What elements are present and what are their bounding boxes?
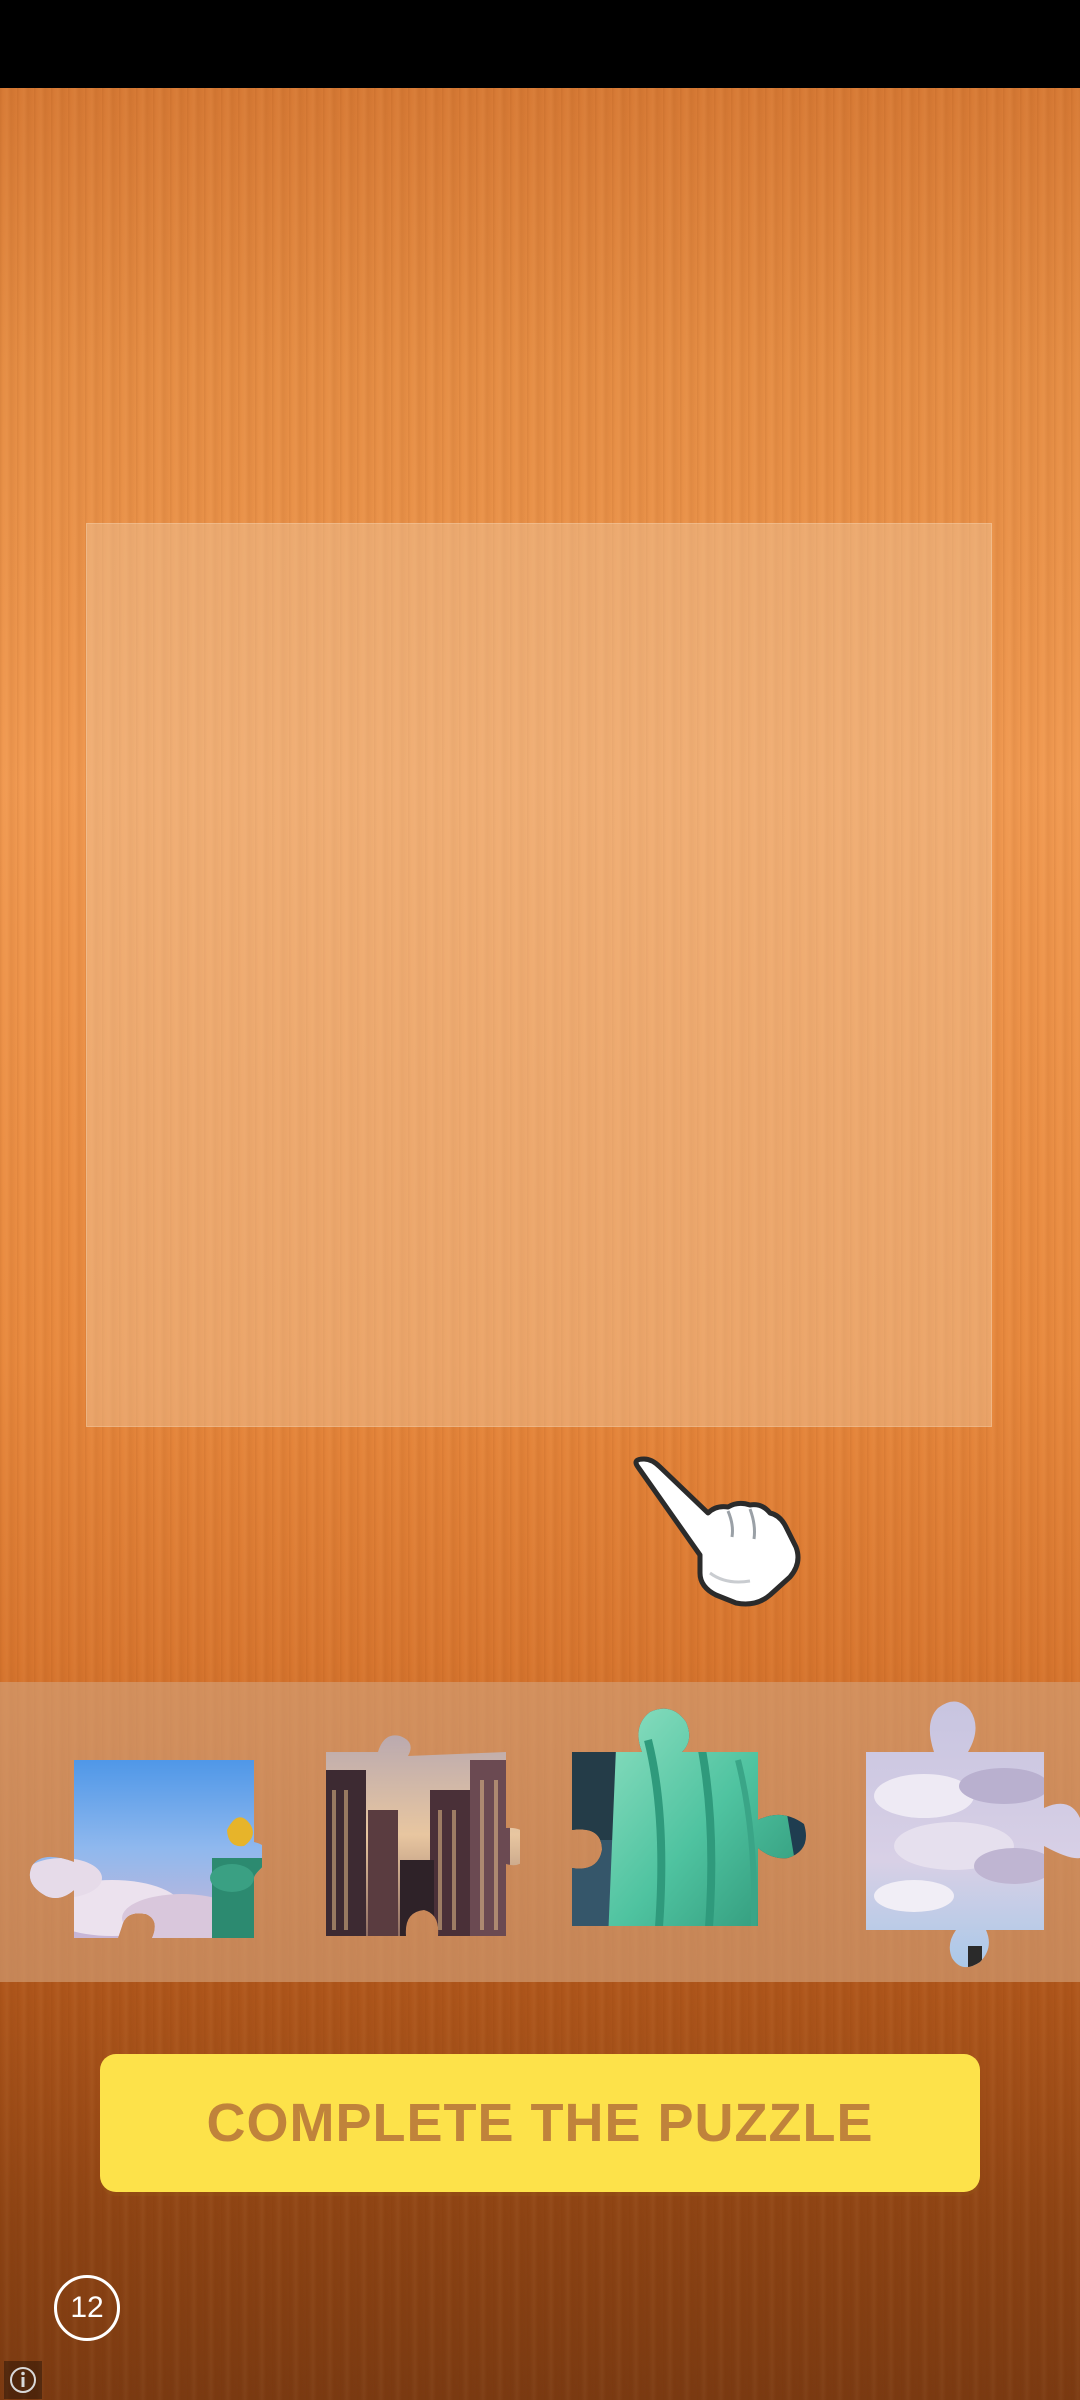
piece-tray — [0, 1682, 1080, 1982]
complete-puzzle-button[interactable]: COMPLETE THE PUZZLE — [100, 2054, 980, 2192]
info-icon[interactable] — [4, 2361, 42, 2399]
puzzle-piece[interactable] — [568, 1700, 808, 1940]
puzzle-board[interactable] — [86, 523, 992, 1427]
pieces-remaining-counter: 12 — [54, 2275, 120, 2341]
status-bar — [0, 0, 1080, 88]
info-glyph-icon — [10, 2367, 36, 2393]
puzzle-piece[interactable] — [22, 1738, 262, 1938]
puzzle-piece[interactable] — [320, 1730, 520, 1940]
hand-pointer-icon — [633, 1456, 801, 1607]
puzzle-piece[interactable] — [864, 1696, 1080, 1972]
